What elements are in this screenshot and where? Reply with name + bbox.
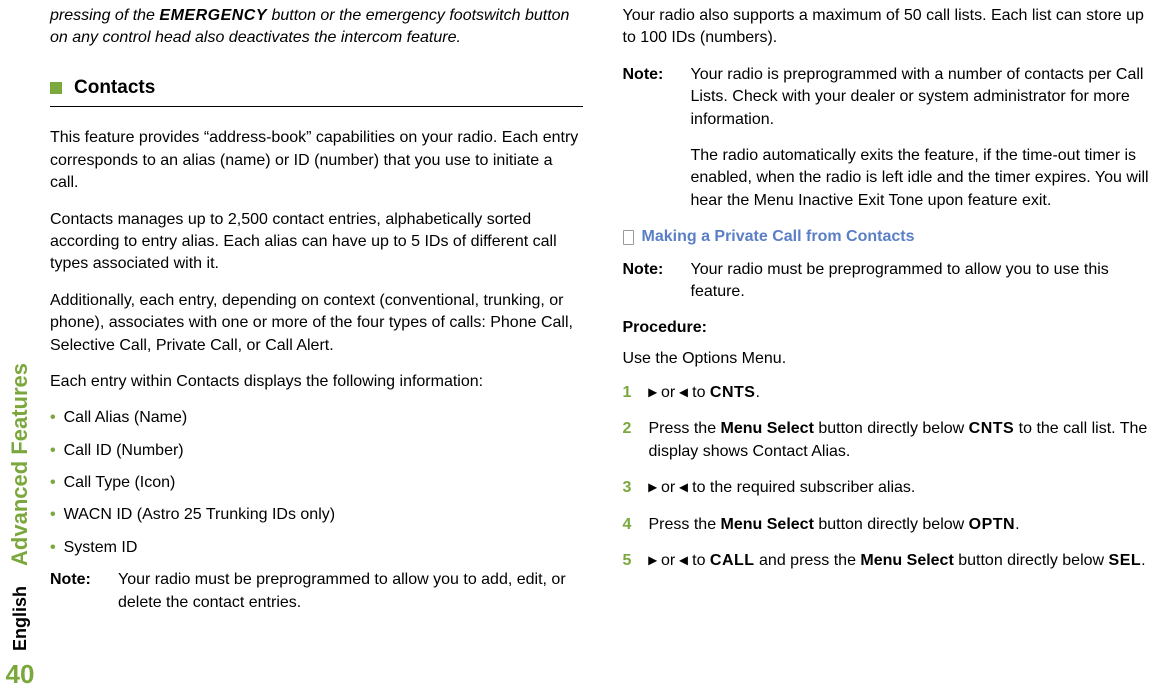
bullet-text: Call Alias (Name) <box>64 407 188 429</box>
contacts-section-header: Contacts <box>50 75 583 102</box>
step-4: 4 Press the Menu Select button directly … <box>623 514 1156 536</box>
left-arrow-icon: ◂ <box>680 479 688 496</box>
or-text: or <box>657 479 680 496</box>
step-number: 2 <box>623 418 641 440</box>
procedure-label: Procedure: <box>623 317 1156 339</box>
step5-mid: and press the <box>755 552 861 569</box>
step-text: ▸ or ◂ to CALL and press the Menu Select… <box>649 550 1156 572</box>
to-text: to <box>688 552 710 569</box>
step4-a: Press the <box>649 516 721 533</box>
cnts-label: CNTS <box>969 420 1015 437</box>
step2-a: Press the <box>649 420 721 437</box>
menu-select-label: Menu Select <box>721 420 814 437</box>
content-area: pressing of the EMERGENCY button or the … <box>50 0 1155 628</box>
step2-b: button directly below <box>814 420 969 437</box>
bullet-item: • Call Alias (Name) <box>50 407 583 429</box>
bullet-icon: • <box>50 472 56 494</box>
bullet-icon: • <box>50 407 56 429</box>
sub-note-label: Note: <box>623 259 681 304</box>
bullet-text: Call Type (Icon) <box>64 472 176 494</box>
bullet-item: • Call ID (Number) <box>50 440 583 462</box>
to-text: to <box>688 384 710 401</box>
step-2: 2 Press the Menu Select button directly … <box>623 418 1156 463</box>
or-text: or <box>657 552 680 569</box>
paragraph-4: Each entry within Contacts displays the … <box>50 371 583 393</box>
step-3: 3 ▸ or ◂ to the required subscriber alia… <box>623 477 1156 499</box>
step5-c: . <box>1141 552 1145 569</box>
sidebar-language: English <box>10 586 31 651</box>
right-arrow-icon: ▸ <box>649 552 657 569</box>
bullet-text: Call ID (Number) <box>64 440 184 462</box>
step-5: 5 ▸ or ◂ to CALL and press the Menu Sele… <box>623 550 1156 572</box>
bullet-text: System ID <box>64 537 138 559</box>
step3-text: to the required subscriber alias. <box>688 479 916 496</box>
step-number: 3 <box>623 477 641 499</box>
intro-italic-text: pressing of the EMERGENCY button or the … <box>50 5 583 50</box>
bullet-item: • WACN ID (Astro 25 Trunking IDs only) <box>50 504 583 526</box>
bullet-item: • Call Type (Icon) <box>50 472 583 494</box>
bullet-icon: • <box>50 440 56 462</box>
call-label: CALL <box>710 552 755 569</box>
bullet-icon: • <box>50 537 56 559</box>
step5-b: button directly below <box>954 552 1109 569</box>
menu-select-label: Menu Select <box>721 516 814 533</box>
step-number: 5 <box>623 550 641 572</box>
left-column: pressing of the EMERGENCY button or the … <box>50 5 583 628</box>
sidebar: Advanced Features English 40 <box>0 0 40 700</box>
subsection-title: Making a Private Call from Contacts <box>642 226 915 248</box>
optn-label: OPTN <box>969 516 1015 533</box>
step-text: Press the Menu Select button directly be… <box>649 514 1156 536</box>
note-row: Note: Your radio must be preprogrammed t… <box>50 569 583 614</box>
step-text: ▸ or ◂ to CNTS. <box>649 382 1156 404</box>
step-text: Press the Menu Select button directly be… <box>649 418 1156 463</box>
bullet-item: • System ID <box>50 537 583 559</box>
left-arrow-icon: ◂ <box>680 552 688 569</box>
note-label: Note: <box>623 64 681 212</box>
cnts-label: CNTS <box>710 384 756 401</box>
bullet-text: WACN ID (Astro 25 Trunking IDs only) <box>64 504 335 526</box>
note-label: Note: <box>50 569 108 614</box>
section-marker-icon <box>50 82 62 94</box>
right-arrow-icon: ▸ <box>649 384 657 401</box>
contacts-title: Contacts <box>74 75 155 102</box>
note-para-b: The radio automatically exits the featur… <box>691 145 1156 212</box>
sub-note-text: Your radio must be preprogrammed to allo… <box>691 259 1156 304</box>
right-arrow-icon: ▸ <box>649 479 657 496</box>
intro-prefix: pressing of the <box>50 7 159 24</box>
or-text: or <box>657 384 680 401</box>
col2-paragraph-1: Your radio also supports a maximum of 50… <box>623 5 1156 50</box>
note-text: Your radio is preprogrammed with a numbe… <box>691 64 1156 212</box>
left-arrow-icon: ◂ <box>680 384 688 401</box>
period: . <box>755 384 759 401</box>
page-number: 40 <box>6 659 35 690</box>
step4-c: . <box>1015 516 1019 533</box>
sub-note-row: Note: Your radio must be preprogrammed t… <box>623 259 1156 304</box>
note-row: Note: Your radio is preprogrammed with a… <box>623 64 1156 212</box>
paragraph-2: Contacts manages up to 2,500 contact ent… <box>50 209 583 276</box>
step-text: ▸ or ◂ to the required subscriber alias. <box>649 477 1156 499</box>
step-number: 1 <box>623 382 641 404</box>
sel-label: SEL <box>1109 552 1142 569</box>
sidebar-section-label: Advanced Features <box>7 363 33 566</box>
paragraph-3: Additionally, each entry, depending on c… <box>50 290 583 357</box>
document-icon <box>623 230 634 245</box>
right-column: Your radio also supports a maximum of 50… <box>623 5 1156 628</box>
step-1: 1 ▸ or ◂ to CNTS. <box>623 382 1156 404</box>
emergency-label: EMERGENCY <box>159 7 267 24</box>
paragraph-1: This feature provides “address-book” cap… <box>50 127 583 194</box>
note-text: Your radio must be preprogrammed to allo… <box>118 569 583 614</box>
section-divider <box>50 106 583 107</box>
menu-select-label: Menu Select <box>860 552 953 569</box>
note-para-a: Your radio is preprogrammed with a numbe… <box>691 64 1156 131</box>
bullet-icon: • <box>50 504 56 526</box>
step4-b: button directly below <box>814 516 969 533</box>
step-number: 4 <box>623 514 641 536</box>
subsection-header: Making a Private Call from Contacts <box>623 226 1156 248</box>
procedure-intro: Use the Options Menu. <box>623 348 1156 370</box>
